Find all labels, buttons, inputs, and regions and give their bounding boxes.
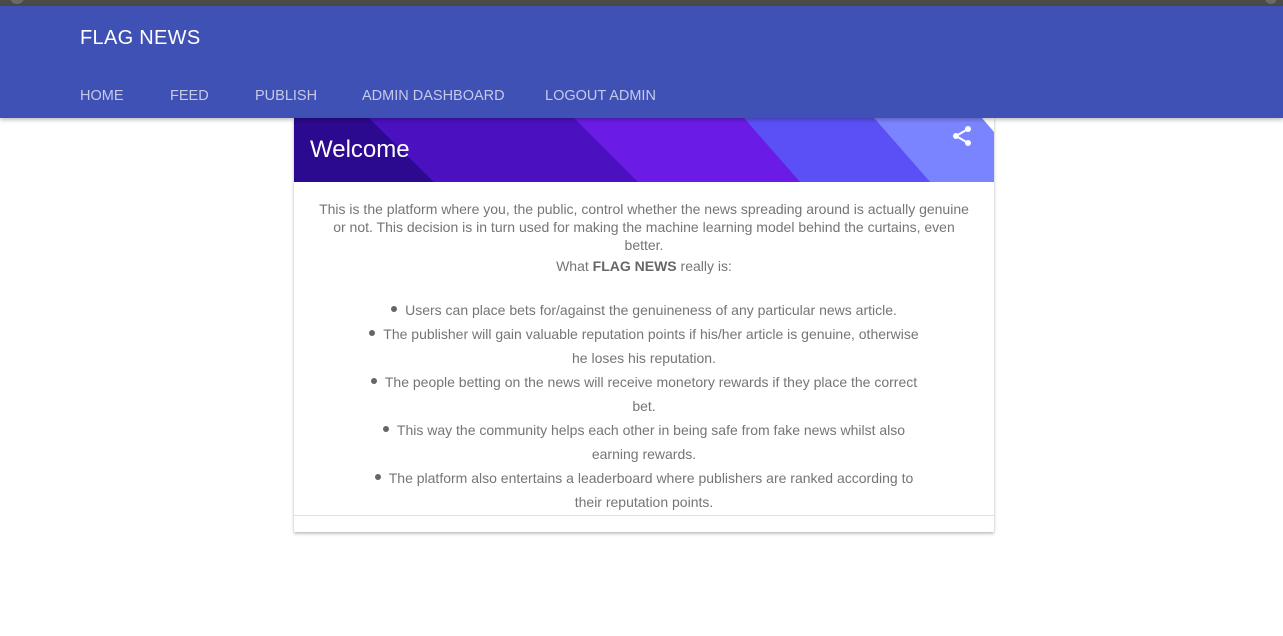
bullet-icon [369, 330, 376, 336]
app-header: FLAG NEWS HOME FEED PUBLISH ADMIN DASHBO… [0, 6, 1283, 118]
welcome-card: Welcome This is the platform where you, … [294, 118, 994, 532]
card-actions-divider [294, 515, 994, 516]
what-is-line: What FLAG NEWS really is: [314, 257, 974, 275]
nav-feed[interactable]: FEED [170, 88, 209, 104]
what-is-suffix: really is: [680, 258, 732, 274]
feature-text: The platform also entertains a leaderboa… [388, 470, 914, 510]
window-control-icon[interactable] [1265, 0, 1277, 4]
list-item: The publisher will gain valuable reputat… [314, 322, 974, 370]
feature-text: The people betting on the news will rece… [384, 374, 918, 414]
list-item: The platform also entertains a leaderboa… [314, 466, 974, 514]
bullet-icon [391, 306, 398, 312]
nav-home[interactable]: HOME [80, 88, 124, 104]
card-banner: Welcome [294, 118, 994, 182]
feature-list: Users can place bets for/against the gen… [314, 298, 974, 514]
nav-publish[interactable]: PUBLISH [255, 88, 317, 104]
card-title: Welcome [310, 136, 410, 163]
feature-text: This way the community helps each other … [396, 422, 906, 462]
window-control-icon[interactable] [10, 0, 24, 4]
bullet-icon [382, 426, 389, 432]
what-is-brand: FLAG NEWS [592, 258, 677, 274]
bullet-icon [374, 474, 381, 480]
feature-text: Users can place bets for/against the gen… [405, 302, 897, 318]
intro-text: This is the platform where you, the publ… [319, 201, 969, 253]
list-item: This way the community helps each other … [314, 418, 974, 466]
list-item: Users can place bets for/against the gen… [314, 298, 974, 322]
card-content: This is the platform where you, the publ… [314, 200, 974, 514]
what-is-prefix: What [556, 258, 589, 274]
share-icon[interactable] [950, 124, 974, 148]
feature-text: The publisher will gain valuable reputat… [383, 326, 919, 366]
bullet-icon [370, 378, 377, 384]
brand-logo[interactable]: FLAG NEWS [80, 27, 201, 50]
nav-logout-admin[interactable]: LOGOUT ADMIN [545, 88, 656, 104]
list-item: The people betting on the news will rece… [314, 370, 974, 418]
nav-admin-dashboard[interactable]: ADMIN DASHBOARD [362, 88, 505, 104]
